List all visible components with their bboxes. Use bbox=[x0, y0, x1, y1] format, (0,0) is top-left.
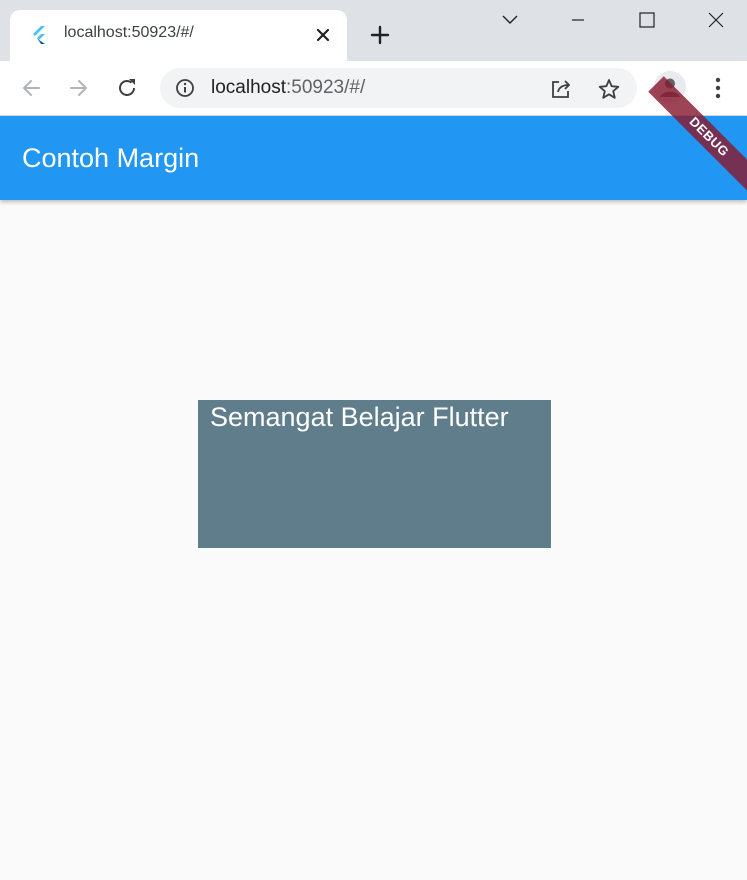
margin-container: Semangat Belajar Flutter bbox=[198, 400, 551, 548]
share-icon[interactable] bbox=[548, 76, 574, 102]
reload-icon[interactable] bbox=[111, 72, 143, 104]
url-path: :50923/#/ bbox=[286, 77, 366, 98]
address-bar[interactable]: localhost:50923/#/ bbox=[160, 68, 637, 108]
star-icon[interactable] bbox=[596, 76, 622, 102]
arrow-left-icon[interactable] bbox=[15, 72, 47, 104]
browser-tab[interactable]: localhost:50923/#/ bbox=[10, 10, 347, 61]
app-bar-title: Contoh Margin bbox=[22, 143, 200, 173]
url-text[interactable]: localhost:50923/#/ bbox=[211, 77, 365, 99]
info-icon[interactable] bbox=[174, 77, 196, 99]
app-body: Semangat Belajar Flutter bbox=[0, 200, 747, 880]
tab-strip: localhost:50923/#/ bbox=[0, 0, 747, 61]
window-close-icon[interactable] bbox=[702, 6, 730, 34]
chevron-down-icon[interactable] bbox=[496, 6, 524, 34]
flutter-logo-icon bbox=[30, 25, 48, 45]
arrow-right-icon[interactable] bbox=[63, 72, 95, 104]
minimize-icon[interactable] bbox=[564, 6, 592, 34]
url-host: localhost bbox=[211, 77, 286, 98]
maximize-icon[interactable] bbox=[633, 6, 661, 34]
browser-window: localhost:50923/#/ localhost:50923/#/ Co… bbox=[0, 0, 747, 880]
app-bar: Contoh Margin bbox=[0, 116, 747, 200]
kebab-menu-icon[interactable] bbox=[702, 72, 734, 104]
browser-toolbar: localhost:50923/#/ bbox=[0, 61, 747, 116]
container-text: Semangat Belajar Flutter bbox=[210, 402, 509, 432]
tab-title: localhost:50923/#/ bbox=[64, 24, 194, 41]
new-tab-plus-icon[interactable] bbox=[366, 21, 394, 49]
tab-close-icon[interactable] bbox=[312, 24, 334, 46]
